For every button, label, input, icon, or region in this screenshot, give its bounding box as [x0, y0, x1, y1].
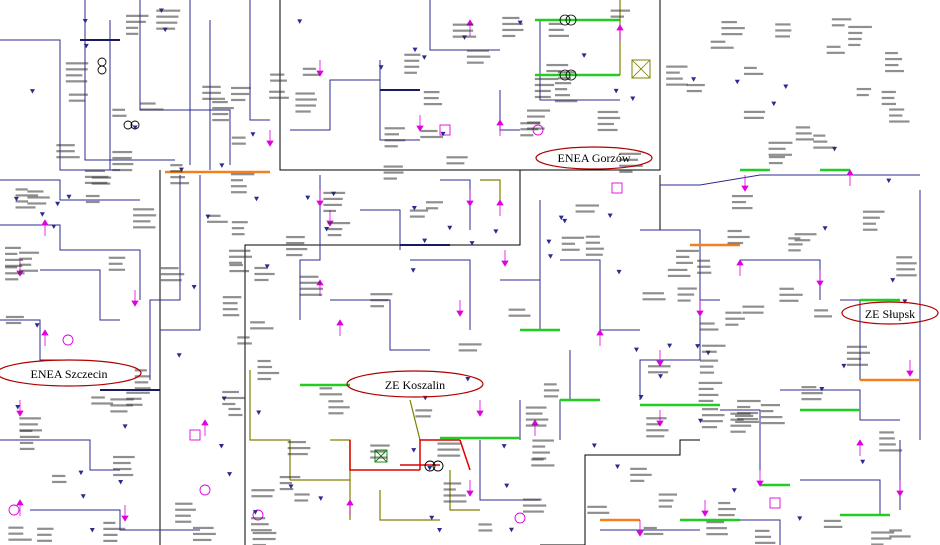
gorzow-station [535, 0, 651, 81]
region-label-ze-koszalin: ZE Koszalin [385, 378, 445, 392]
buses-orange [165, 170, 920, 522]
region-ze-koszalin: ZE Koszalin [346, 370, 484, 398]
region-label-enea-szczecin: ENEA Szczecin [31, 367, 108, 381]
transmission-lines [0, 0, 921, 545]
region-enea-gorzow: ENEA Gorzów [535, 146, 653, 170]
region-label-enea-gorzow: ENEA Gorzów [558, 151, 631, 165]
region-ze-slupsk: ZE Słupsk [841, 301, 939, 325]
measurement-labels [5, 9, 917, 545]
power-grid-diagram: ENEA Gorzów ENEA Szczecin ZE Koszalin ZE… [0, 0, 939, 545]
flow-arrows [16, 19, 914, 537]
generator-icon [8, 124, 544, 524]
transformer-icon [97, 57, 444, 472]
region-label-ze-slupsk: ZE Słupsk [865, 307, 915, 321]
region-enea-szczecin: ENEA Szczecin [0, 359, 142, 387]
node-markers [13, 8, 908, 533]
shunt-icon [189, 124, 781, 509]
